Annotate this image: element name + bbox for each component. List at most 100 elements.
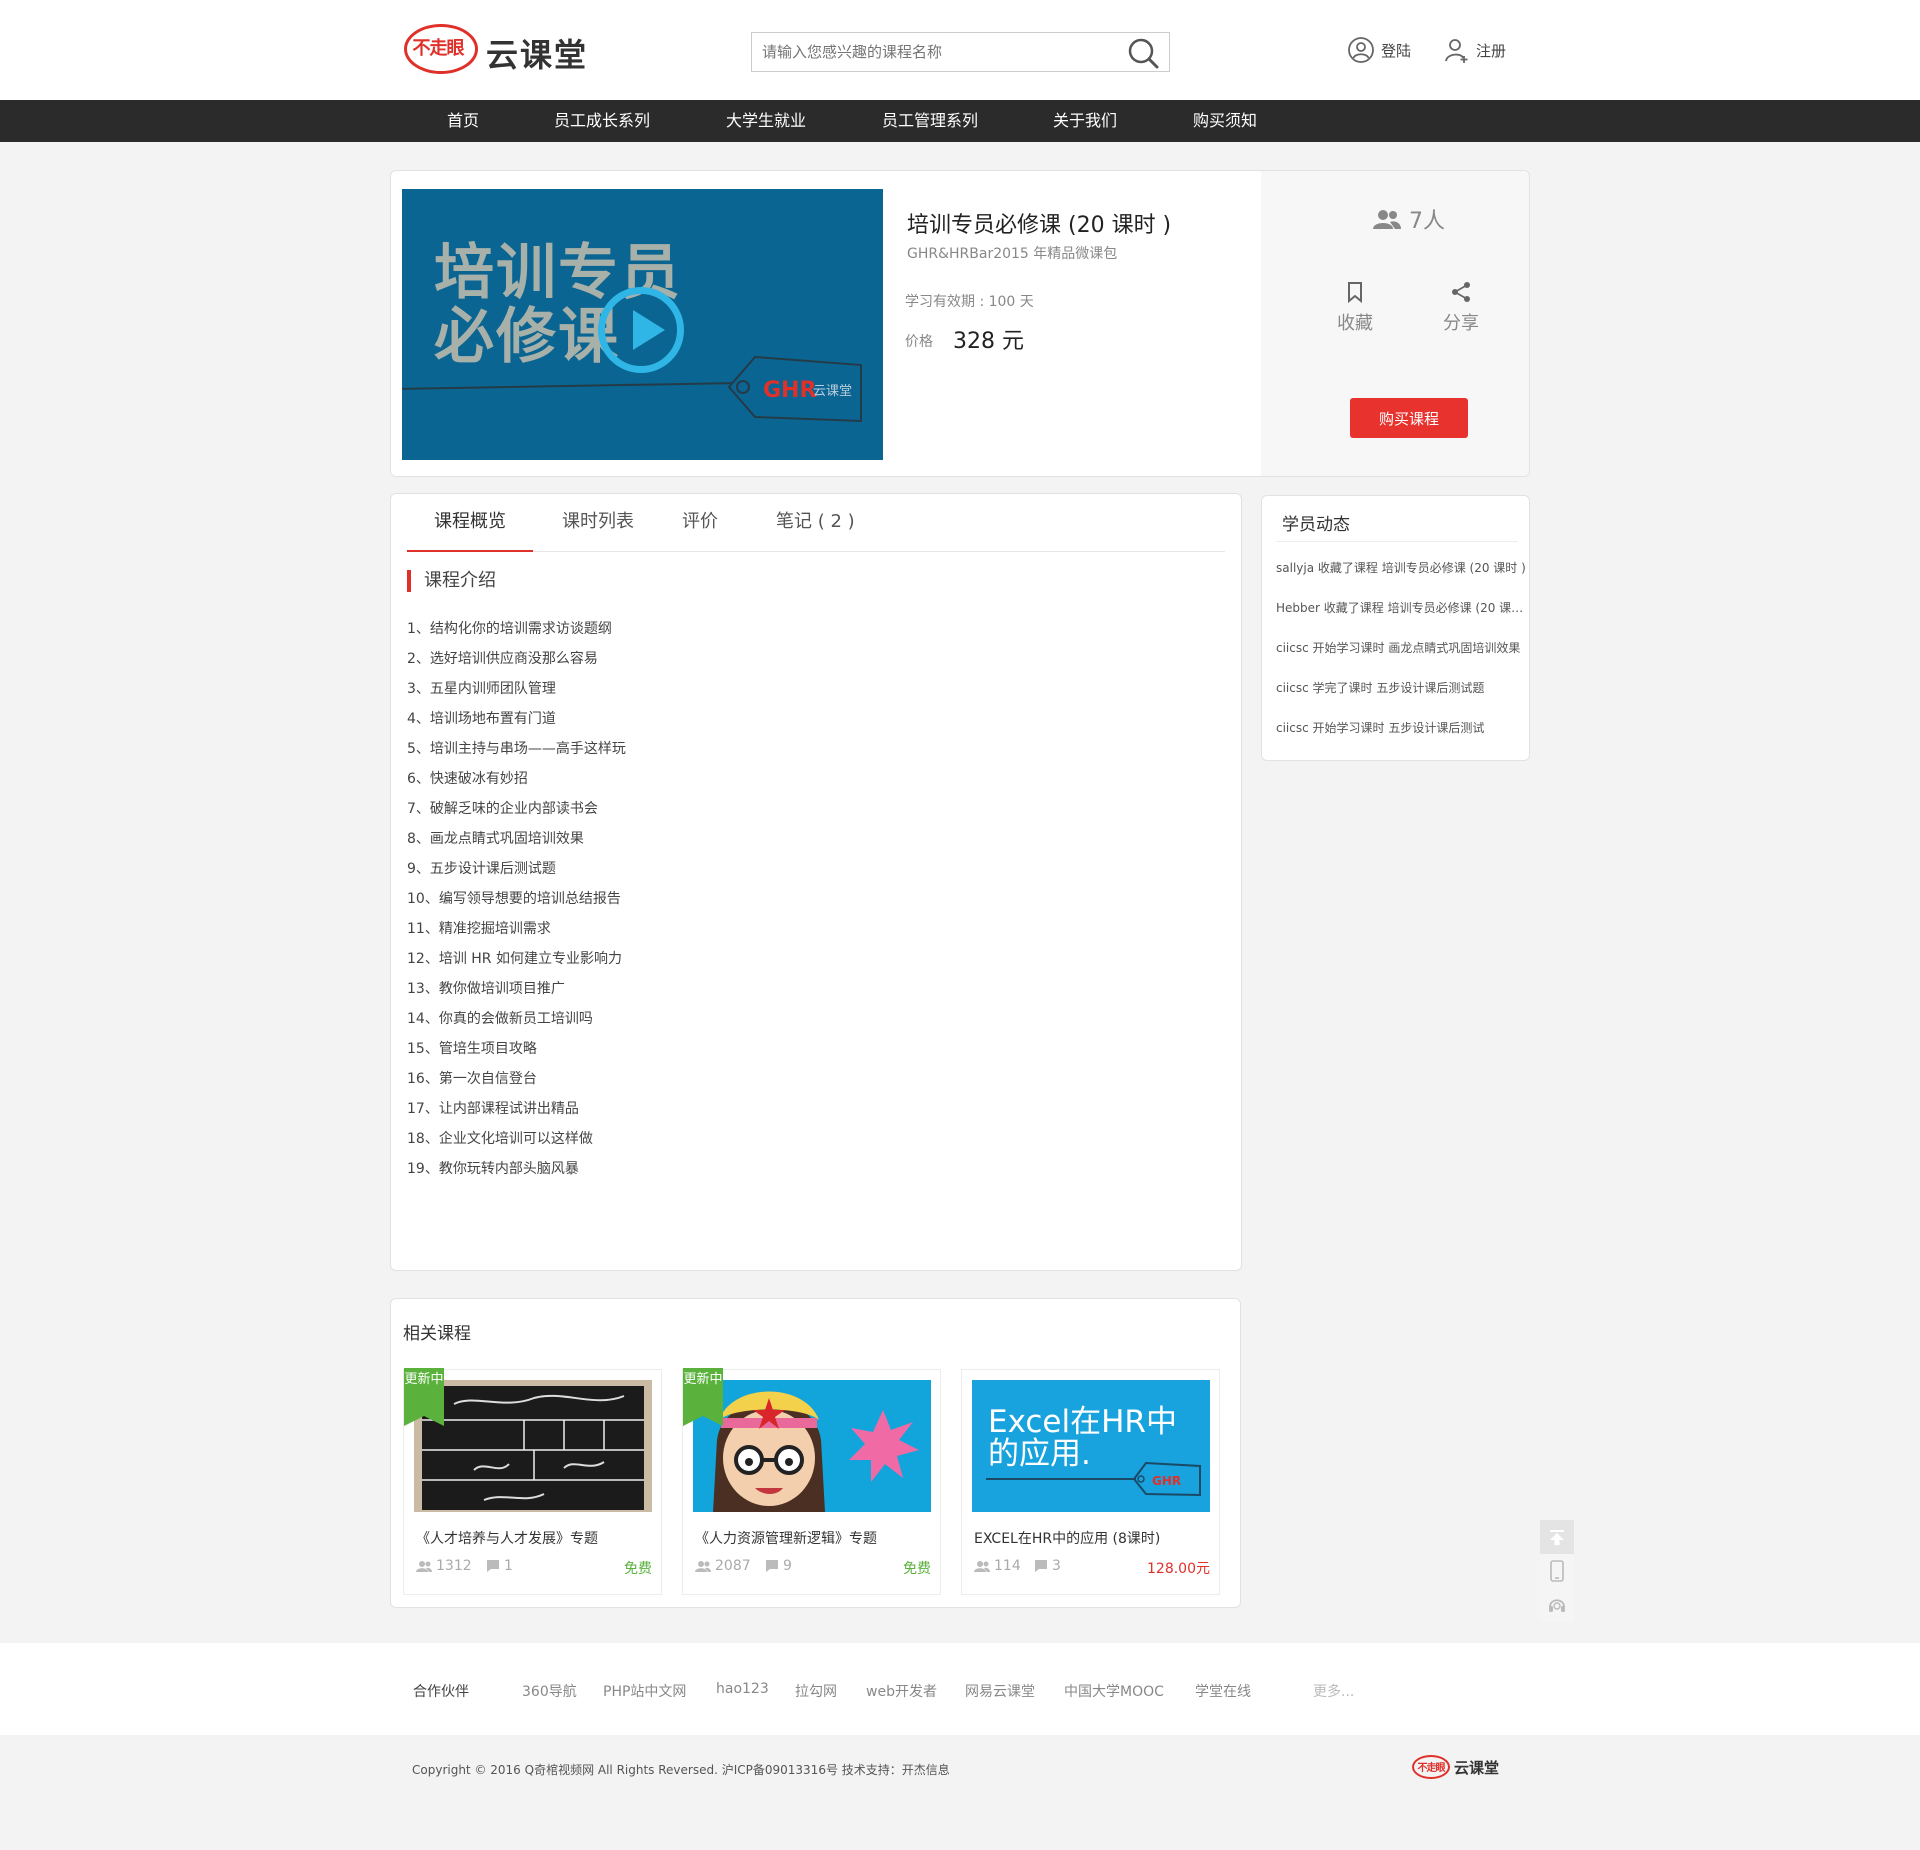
- related-course-card[interactable]: Excel在HR中 的应用. GHR EXCEL在HR中的应用 (8课时) 11…: [961, 1369, 1220, 1595]
- clapperboard-image: [414, 1380, 652, 1512]
- customer-service-button[interactable]: [1540, 1588, 1574, 1622]
- partner-link[interactable]: 网易云课堂: [965, 1681, 1035, 1701]
- bookmark-icon: [1348, 282, 1362, 303]
- related-course-meta: 114 3 128.00元: [974, 1558, 1210, 1578]
- intro-item: 12、培训 HR 如何建立专业影响力: [407, 951, 622, 967]
- buy-course-button[interactable]: 购买课程: [1350, 398, 1468, 438]
- intro-item: 2、选好培训供应商没那么容易: [407, 651, 598, 667]
- comment-stat: 1: [486, 1558, 513, 1574]
- nav-item-employee-growth[interactable]: 员工成长系列: [554, 100, 650, 142]
- nav-item-graduate-jobs[interactable]: 大学生就业: [726, 100, 806, 142]
- favorite-button[interactable]: 收藏: [1320, 281, 1390, 335]
- related-courses-card: 相关课程 更新中 《人才培养与人才发展》专题 1312 1 免费 更新中 《人力…: [390, 1298, 1241, 1608]
- thumbnail-line: [986, 1478, 1136, 1480]
- related-course-name: 《人力资源管理新逻辑》专题: [695, 1531, 877, 1547]
- users-icon: [695, 1561, 711, 1572]
- register-link[interactable]: 注册: [1444, 36, 1506, 64]
- activity-item[interactable]: ciicsc 开始学习课时 画龙点睛式巩固培训效果: [1276, 628, 1528, 668]
- tab-reviews[interactable]: 评价: [682, 494, 718, 552]
- course-title: 培训专员必修课 (20 课时 ): [907, 213, 1172, 238]
- intro-item: 8、画龙点睛式巩固培训效果: [407, 831, 584, 847]
- partners-more-link[interactable]: 更多...: [1313, 1681, 1354, 1701]
- comment-icon: [487, 1560, 499, 1572]
- related-course-card[interactable]: 更新中 《人力资源管理新逻辑》专题 2087 9 免费: [682, 1368, 941, 1595]
- course-header-card: 培训专员 必修课 GHR 云课堂 培训专员必修课 (20 课时 ) GHR&HR…: [390, 170, 1530, 477]
- user-add-icon: [1445, 39, 1468, 63]
- student-activity-card: 学员动态 sallyja 收藏了课程 培训专员必修课 (20 课时 ) Hebb…: [1261, 495, 1530, 761]
- svg-text:云课堂: 云课堂: [813, 384, 852, 399]
- intro-item: 9、五步设计课后测试题: [407, 861, 556, 877]
- intro-item: 5、培训主持与串场——高手这样玩: [407, 741, 626, 757]
- back-to-top-button[interactable]: [1540, 1520, 1574, 1554]
- comment-stat: 3: [1034, 1558, 1061, 1574]
- activity-item[interactable]: ciicsc 开始学习课时 五步设计课后测试: [1276, 708, 1528, 748]
- search-box: [751, 32, 1170, 72]
- intro-item: 4、培训场地布置有门道: [407, 711, 556, 727]
- intro-item: 1、结构化你的培训需求访谈题纲: [407, 621, 612, 637]
- site-logo[interactable]: 不走眼 云课堂: [404, 22, 608, 76]
- related-course-meta: 2087 9 免费: [695, 1558, 931, 1578]
- divider: [1276, 541, 1518, 542]
- tab-lesson-list[interactable]: 课时列表: [562, 494, 634, 552]
- users-icon: [974, 1561, 990, 1572]
- course-action-panel: 7人 收藏 分享 购买课程: [1261, 171, 1529, 476]
- nav-item-employee-management[interactable]: 员工管理系列: [882, 100, 978, 142]
- activity-item[interactable]: sallyja 收藏了课程 培训专员必修课 (20 课时 ): [1276, 548, 1528, 588]
- nav-item-about[interactable]: 关于我们: [1053, 100, 1117, 142]
- svg-text:GHR: GHR: [763, 378, 816, 403]
- course-video-thumbnail[interactable]: 培训专员 必修课 GHR 云课堂: [402, 189, 883, 460]
- partner-link[interactable]: 学堂在线: [1195, 1681, 1251, 1701]
- partners-label: 合作伙伴: [413, 1684, 469, 1700]
- nav-item-home[interactable]: 首页: [447, 100, 479, 142]
- related-title: 相关课程: [403, 1324, 471, 1344]
- footer-logo[interactable]: 不走眼 云课堂: [1412, 1753, 1512, 1781]
- play-icon[interactable]: [598, 287, 684, 373]
- related-course-card[interactable]: 更新中 《人才培养与人才发展》专题 1312 1 免费: [403, 1368, 662, 1595]
- headset-icon: [1549, 1599, 1565, 1612]
- activity-item[interactable]: ciicsc 学完了课时 五步设计课后测试题: [1276, 668, 1528, 708]
- ghr-tag-icon: GHR 云课堂: [727, 355, 862, 423]
- mobile-button[interactable]: [1540, 1554, 1574, 1588]
- partner-link[interactable]: 中国大学MOOC: [1064, 1681, 1164, 1701]
- partner-link[interactable]: 360导航: [522, 1681, 577, 1701]
- copyright-text: Copyright © 2016 Q奇棺视频网 All Rights Rever…: [412, 1763, 950, 1777]
- partner-link[interactable]: web开发者: [866, 1681, 937, 1701]
- footer-logo-text: 云课堂: [1454, 1759, 1500, 1777]
- tab-overview[interactable]: 课程概览: [407, 494, 533, 552]
- mobile-icon: [1550, 1560, 1564, 1582]
- intro-item: 19、教你玩转内部头脑风暴: [407, 1161, 579, 1177]
- users-icon: [416, 1561, 432, 1572]
- student-stat: 114: [974, 1558, 1021, 1574]
- activity-item[interactable]: Hebber 收藏了课程 培训专员必修课 (20 课时 ): [1276, 588, 1528, 628]
- user-circle-icon: [1348, 37, 1374, 63]
- related-course-price: 免费: [903, 1561, 931, 1577]
- updating-badge: 更新中: [404, 1368, 444, 1426]
- partner-link[interactable]: PHP站中文网: [603, 1681, 686, 1701]
- intro-item: 7、破解乏味的企业内部读书会: [407, 801, 598, 817]
- search-input[interactable]: [752, 33, 1112, 71]
- intro-item: 13、教你做培训项目推广: [407, 981, 565, 997]
- nav-item-purchase-notes[interactable]: 购买须知: [1193, 100, 1257, 142]
- related-course-price: 免费: [624, 1561, 652, 1577]
- intro-item: 15、管培生项目攻略: [407, 1041, 537, 1057]
- login-label: 登陆: [1381, 41, 1412, 60]
- site-header: 不走眼 云课堂 登陆 注册: [0, 0, 1920, 100]
- related-course-name: 《人才培养与人才发展》专题: [416, 1531, 598, 1547]
- course-content-card: 课程概览 课时列表 评价 笔记 ( 2 ) 课程介绍 1、结构化你的培训需求访谈…: [390, 493, 1242, 1271]
- comment-icon: [1035, 1560, 1047, 1572]
- student-stat: 1312: [416, 1558, 472, 1574]
- search-icon[interactable]: [1127, 37, 1159, 69]
- intro-list: 1、结构化你的培训需求访谈题纲 2、选好培训供应商没那么容易 3、五星内训师团队…: [407, 614, 626, 1184]
- logo-badge-text: 不走眼: [412, 38, 465, 59]
- feed-title: 学员动态: [1282, 515, 1350, 535]
- partner-link[interactable]: 拉勾网: [795, 1681, 837, 1701]
- share-button[interactable]: 分享: [1426, 281, 1496, 335]
- intro-item: 14、你真的会做新员工培训吗: [407, 1011, 593, 1027]
- logo-text: 云课堂: [486, 36, 589, 74]
- partner-link[interactable]: hao123: [716, 1681, 769, 1697]
- ghr-tag-icon: GHR: [1132, 1461, 1201, 1497]
- login-link[interactable]: 登陆: [1347, 36, 1411, 64]
- related-course-price: 128.00元: [1147, 1561, 1210, 1577]
- tab-notes[interactable]: 笔记 ( 2 ): [776, 494, 855, 552]
- intro-item: 11、精准挖掘培训需求: [407, 921, 551, 937]
